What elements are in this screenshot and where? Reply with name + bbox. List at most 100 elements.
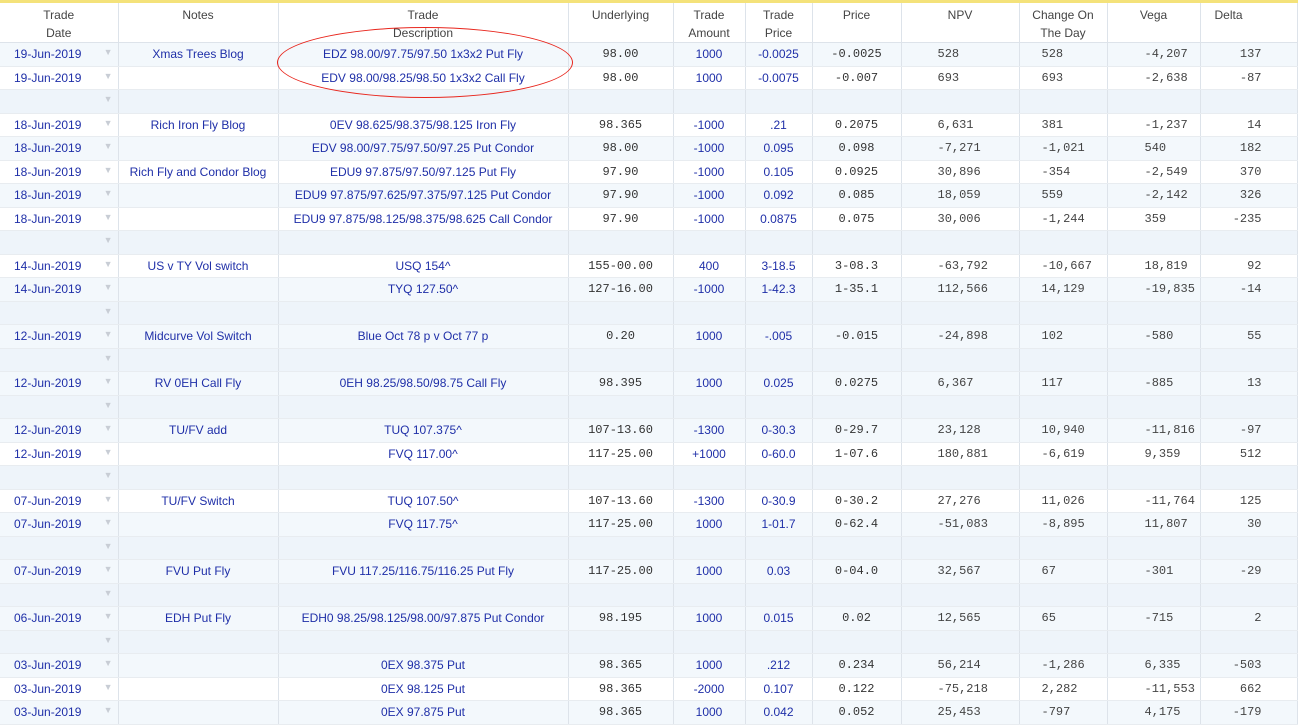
cell-change[interactable]: 10,940 [1019,418,1108,443]
dropdown-arrow-icon[interactable]: ▼ [104,494,113,504]
cell-change[interactable]: -8,895 [1019,512,1108,537]
cell-notes[interactable] [118,465,279,490]
cell-vega[interactable]: -2,638 [1107,66,1201,90]
cell-npv[interactable]: 30,006 [901,207,1020,231]
cell-change[interactable] [1019,230,1108,255]
cell-trade-price[interactable]: 1-42.3 [745,277,813,302]
cell-trade-price[interactable] [745,630,813,654]
cell-amount[interactable]: 1000 [673,66,746,90]
cell-underlying[interactable] [568,395,674,419]
dropdown-arrow-icon[interactable]: ▼ [104,588,113,598]
table-row[interactable]: 07-Jun-2019 ▼ FVU Put Fly FVU 117.25/116.75… [0,559,1298,584]
cell-price[interactable] [812,301,902,325]
cell-amount[interactable] [673,301,746,325]
cell-notes[interactable] [118,700,279,725]
cell-npv[interactable] [901,630,1020,654]
cell-date[interactable]: 03-Jun-2019 ▼ [0,653,119,678]
cell-amount[interactable] [673,536,746,560]
dropdown-arrow-icon[interactable]: ▼ [104,118,113,128]
cell-trade-price[interactable]: 0.107 [745,677,813,701]
cell-delta[interactable] [1200,465,1298,490]
spacer-row[interactable]: ▼ [0,630,1298,654]
col-header-change[interactable]: Change On The Day [1019,1,1108,43]
table-row[interactable]: 14-Jun-2019 ▼ US v TY Vol switch USQ 154^ 15… [0,254,1298,278]
dropdown-arrow-icon[interactable]: ▼ [104,329,113,339]
cell-notes[interactable]: US v TY Vol switch [118,254,279,278]
cell-date[interactable]: 07-Jun-2019 ▼ [0,559,119,584]
cell-trade-price[interactable] [745,301,813,325]
cell-underlying[interactable]: 117-25.00 [568,512,674,537]
cell-change[interactable] [1019,630,1108,654]
cell-amount[interactable] [673,230,746,255]
cell-trade-price[interactable]: -.005 [745,324,813,349]
cell-npv[interactable]: 30,896 [901,160,1020,184]
cell-change[interactable]: -1,244 [1019,207,1108,231]
cell-price[interactable]: -0.007 [812,66,902,90]
cell-delta[interactable]: 30 [1200,512,1298,537]
dropdown-arrow-icon[interactable]: ▼ [104,71,113,81]
cell-vega[interactable] [1107,395,1201,419]
cell-change[interactable] [1019,536,1108,560]
cell-change[interactable]: 14,129 [1019,277,1108,302]
cell-trade-price[interactable] [745,465,813,490]
cell-underlying[interactable] [568,583,674,607]
cell-notes[interactable] [118,230,279,255]
cell-price[interactable] [812,348,902,372]
col-header-trade-price[interactable]: Trade Price [745,1,813,43]
cell-description[interactable]: TUQ 107.50^ [278,489,569,513]
cell-underlying[interactable]: 155-00.00 [568,254,674,278]
cell-underlying[interactable] [568,536,674,560]
cell-change[interactable]: 102 [1019,324,1108,349]
cell-npv[interactable] [901,465,1020,490]
cell-amount[interactable]: -2000 [673,677,746,701]
cell-change[interactable]: 381 [1019,113,1108,137]
cell-underlying[interactable] [568,465,674,490]
cell-vega[interactable] [1107,348,1201,372]
cell-delta[interactable] [1200,536,1298,560]
cell-trade-price[interactable] [745,348,813,372]
cell-amount[interactable]: -1000 [673,277,746,302]
cell-price[interactable]: 0.085 [812,183,902,208]
cell-price[interactable] [812,395,902,419]
cell-amount[interactable]: +1000 [673,442,746,466]
dropdown-arrow-icon[interactable]: ▼ [104,235,113,245]
cell-date[interactable]: 12-Jun-2019 ▼ [0,418,119,443]
cell-trade-price[interactable]: 0.015 [745,606,813,631]
cell-description[interactable]: 0EX 98.375 Put [278,653,569,678]
cell-trade-price[interactable]: .212 [745,653,813,678]
cell-delta[interactable]: 55 [1200,324,1298,349]
cell-delta[interactable] [1200,630,1298,654]
cell-date[interactable]: 19-Jun-2019 ▼ [0,66,119,90]
col-header-underlying[interactable]: Underlying [568,1,674,43]
table-row[interactable]: 12-Jun-2019 ▼ FVQ 117.00^ 117-25.00 +1000 0-6… [0,442,1298,466]
cell-underlying[interactable]: 98.195 [568,606,674,631]
cell-vega[interactable] [1107,89,1201,114]
cell-change[interactable] [1019,89,1108,114]
dropdown-arrow-icon[interactable]: ▼ [104,517,113,527]
cell-npv[interactable]: 23,128 [901,418,1020,443]
table-row[interactable]: 12-Jun-2019 ▼ RV 0EH Call Fly 0EH 98.25/98.… [0,371,1298,396]
table-row[interactable]: 19-Jun-2019 ▼ Xmas Trees Blog EDZ 98.00/97.… [0,42,1298,67]
cell-trade-price[interactable]: 0.0875 [745,207,813,231]
cell-npv[interactable]: 693 [901,66,1020,90]
cell-vega[interactable] [1107,583,1201,607]
cell-price[interactable]: 0.0275 [812,371,902,396]
cell-npv[interactable]: 112,566 [901,277,1020,302]
cell-amount[interactable]: 1000 [673,653,746,678]
cell-delta[interactable]: -97 [1200,418,1298,443]
cell-vega[interactable]: -4,207 [1107,42,1201,67]
dropdown-arrow-icon[interactable]: ▼ [104,47,113,57]
dropdown-arrow-icon[interactable]: ▼ [104,682,113,692]
cell-description[interactable]: TYQ 127.50^ [278,277,569,302]
cell-npv[interactable]: -75,218 [901,677,1020,701]
cell-amount[interactable]: 1000 [673,512,746,537]
cell-change[interactable]: 559 [1019,183,1108,208]
cell-delta[interactable]: 2 [1200,606,1298,631]
cell-underlying[interactable]: 97.90 [568,183,674,208]
cell-date[interactable]: ▼ [0,395,119,419]
cell-notes[interactable]: TU/FV Switch [118,489,279,513]
cell-underlying[interactable]: 98.365 [568,653,674,678]
cell-npv[interactable] [901,395,1020,419]
cell-notes[interactable] [118,277,279,302]
cell-underlying[interactable]: 98.365 [568,113,674,137]
